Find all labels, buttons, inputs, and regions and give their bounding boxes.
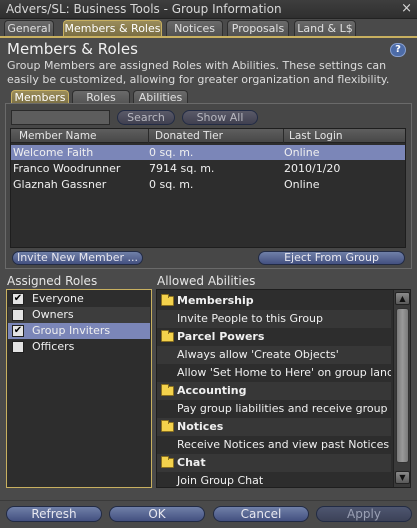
cancel-button[interactable]: Cancel xyxy=(213,506,309,522)
member-table[interactable]: Member Name Donated Tier Last Login Welc… xyxy=(10,128,406,248)
search-button[interactable]: Search xyxy=(117,110,175,125)
role-checkbox[interactable] xyxy=(12,309,24,321)
help-icon[interactable]: ? xyxy=(390,43,406,57)
ability-label: Pay group liabilities and receive group … xyxy=(177,402,391,415)
ability-group-label: Accounting xyxy=(177,384,247,397)
refresh-button[interactable]: Refresh xyxy=(6,506,102,522)
folder-icon xyxy=(161,294,174,306)
tab-land[interactable]: Land & L$ xyxy=(294,20,356,36)
ability-label: Invite People to this Group xyxy=(177,312,323,325)
scroll-thumb[interactable] xyxy=(396,308,409,463)
role-label: Everyone xyxy=(32,292,84,305)
tab-underline xyxy=(0,36,417,38)
ability-group-label: Notices xyxy=(177,420,224,433)
role-checkbox[interactable] xyxy=(12,341,24,353)
list-item[interactable]: Pay group liabilities and receive group … xyxy=(157,400,391,418)
ok-button[interactable]: OK xyxy=(109,506,205,522)
member-login: 2010/1/20 xyxy=(284,162,341,175)
member-tier: 0 sq. m. xyxy=(149,178,194,191)
list-item[interactable]: Owners xyxy=(8,307,150,323)
ability-label: Join Group Chat xyxy=(177,474,264,487)
tab-members-roles-label: Members & Roles xyxy=(64,22,161,35)
folder-icon xyxy=(161,330,174,342)
list-item[interactable]: Membership xyxy=(157,292,391,310)
role-checkbox[interactable]: ✔ xyxy=(12,325,24,337)
member-name: Welcome Faith xyxy=(13,146,94,159)
page-description: Group Members are assigned Roles with Ab… xyxy=(7,59,390,86)
assigned-roles-label: Assigned Roles xyxy=(7,274,98,288)
list-item[interactable]: Notices xyxy=(157,418,391,436)
show-all-button[interactable]: Show All xyxy=(182,110,258,125)
role-label: Group Inviters xyxy=(32,324,111,337)
folder-icon xyxy=(161,384,174,396)
list-item[interactable]: ✔ Group Inviters xyxy=(8,323,150,339)
column-separator xyxy=(148,129,149,143)
column-separator xyxy=(283,129,284,143)
table-row[interactable]: Glaznah Gassner 0 sq. m. Online xyxy=(11,177,405,192)
apply-button[interactable]: Apply xyxy=(316,506,412,522)
table-row[interactable]: Welcome Faith 0 sq. m. Online xyxy=(11,145,405,160)
tab-members-roles[interactable]: Members & Roles xyxy=(63,20,162,36)
tab-general[interactable]: General xyxy=(4,20,54,36)
scroll-up-icon[interactable]: ▲ xyxy=(395,292,410,305)
member-name: Franco Woodrunner xyxy=(13,162,121,175)
list-item[interactable]: Receive Notices and view past Notices xyxy=(157,436,391,454)
ability-group-label: Membership xyxy=(177,294,254,307)
folder-icon xyxy=(161,420,174,432)
list-item[interactable]: Allow 'Set Home to Here' on group land xyxy=(157,364,391,382)
invite-member-button[interactable]: Invite New Member ... xyxy=(12,251,143,265)
footer-divider xyxy=(0,500,417,501)
col-donated-tier[interactable]: Donated Tier xyxy=(155,130,223,142)
ability-label: Receive Notices and view past Notices xyxy=(177,438,390,451)
window-title: Advers/SL: Business Tools - Group Inform… xyxy=(6,2,282,16)
close-icon[interactable]: × xyxy=(401,1,412,16)
ability-group-label: Chat xyxy=(177,456,206,469)
tab-notices[interactable]: Notices xyxy=(166,20,223,36)
role-label: Officers xyxy=(32,340,75,353)
scroll-down-icon[interactable]: ▼ xyxy=(395,471,410,484)
table-row[interactable]: Franco Woodrunner 7914 sq. m. 2010/1/20 xyxy=(11,161,405,176)
member-tier: 0 sq. m. xyxy=(149,146,194,159)
allowed-abilities-list[interactable]: Membership Invite People to this Group P… xyxy=(156,289,411,488)
allowed-abilities-label: Allowed Abilities xyxy=(157,274,256,288)
member-tier: 7914 sq. m. xyxy=(149,162,215,175)
list-item[interactable]: ✔ Everyone xyxy=(8,291,150,307)
ability-group-label: Parcel Powers xyxy=(177,330,265,343)
ability-label: Allow 'Set Home to Here' on group land xyxy=(177,366,391,379)
list-item[interactable]: Always allow 'Create Objects' xyxy=(157,346,391,364)
list-item[interactable]: Parcel Powers xyxy=(157,328,391,346)
tab-proposals-label: Proposals xyxy=(231,22,285,35)
eject-member-button[interactable]: Eject From Group xyxy=(258,251,405,265)
col-member-name[interactable]: Member Name xyxy=(19,130,97,142)
role-label: Owners xyxy=(32,308,74,321)
member-login: Online xyxy=(284,178,320,191)
member-name: Glaznah Gassner xyxy=(13,178,107,191)
member-login: Online xyxy=(284,146,320,159)
abilities-scrollbar[interactable]: ▲ ▼ xyxy=(393,290,410,487)
list-item[interactable]: Invite People to this Group xyxy=(157,310,391,328)
member-table-header: Member Name Donated Tier Last Login xyxy=(11,129,405,143)
col-last-login[interactable]: Last Login xyxy=(289,130,343,142)
member-search-input[interactable] xyxy=(11,110,110,125)
page-title: Members & Roles xyxy=(7,40,138,58)
tab-general-label: General xyxy=(7,22,51,35)
ability-label: Always allow 'Create Objects' xyxy=(177,348,339,361)
list-item[interactable]: Accounting xyxy=(157,382,391,400)
tab-land-label: Land & L$ xyxy=(297,22,353,35)
list-item[interactable]: Join Group Chat xyxy=(157,472,391,487)
list-item[interactable]: Chat xyxy=(157,454,391,472)
title-bar[interactable]: Advers/SL: Business Tools - Group Inform… xyxy=(0,0,417,19)
folder-icon xyxy=(161,456,174,468)
tab-notices-label: Notices xyxy=(174,22,215,35)
tab-proposals[interactable]: Proposals xyxy=(227,20,289,36)
assigned-roles-list[interactable]: ✔ Everyone Owners ✔ Group Inviters Offic… xyxy=(6,289,152,488)
role-checkbox[interactable]: ✔ xyxy=(12,293,24,305)
list-item[interactable]: Officers xyxy=(8,339,150,355)
